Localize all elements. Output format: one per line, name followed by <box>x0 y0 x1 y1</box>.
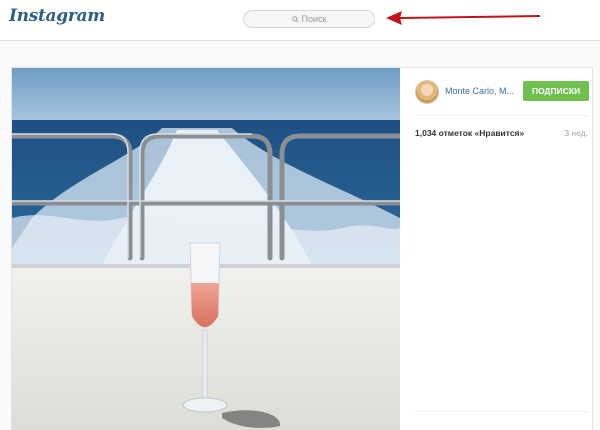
divider <box>415 115 589 116</box>
likes-count[interactable]: 1,034 отметок «Нравится» <box>415 128 524 138</box>
top-navigation-bar: Instagram Поиск <box>0 0 600 41</box>
annotation-arrow <box>386 11 541 25</box>
post-card: Monte Carlo, M... ПОДПИСКИ 1,034 отметок… <box>11 67 593 430</box>
post-photo[interactable] <box>12 68 400 430</box>
instagram-logo[interactable]: Instagram <box>9 6 105 26</box>
post-location-link[interactable]: Monte Carlo, M... <box>445 86 514 96</box>
post-sidebar: Monte Carlo, M... ПОДПИСКИ 1,034 отметок… <box>411 68 592 430</box>
post-time[interactable]: 3 нед. <box>564 128 588 138</box>
search-input[interactable]: Поиск <box>243 10 375 28</box>
avatar[interactable] <box>415 80 439 104</box>
search-icon <box>291 12 299 28</box>
yacht-champagne-photo <box>12 68 400 430</box>
follow-button[interactable]: ПОДПИСКИ <box>523 81 589 101</box>
search-placeholder: Поиск <box>301 14 327 24</box>
divider <box>415 411 589 412</box>
